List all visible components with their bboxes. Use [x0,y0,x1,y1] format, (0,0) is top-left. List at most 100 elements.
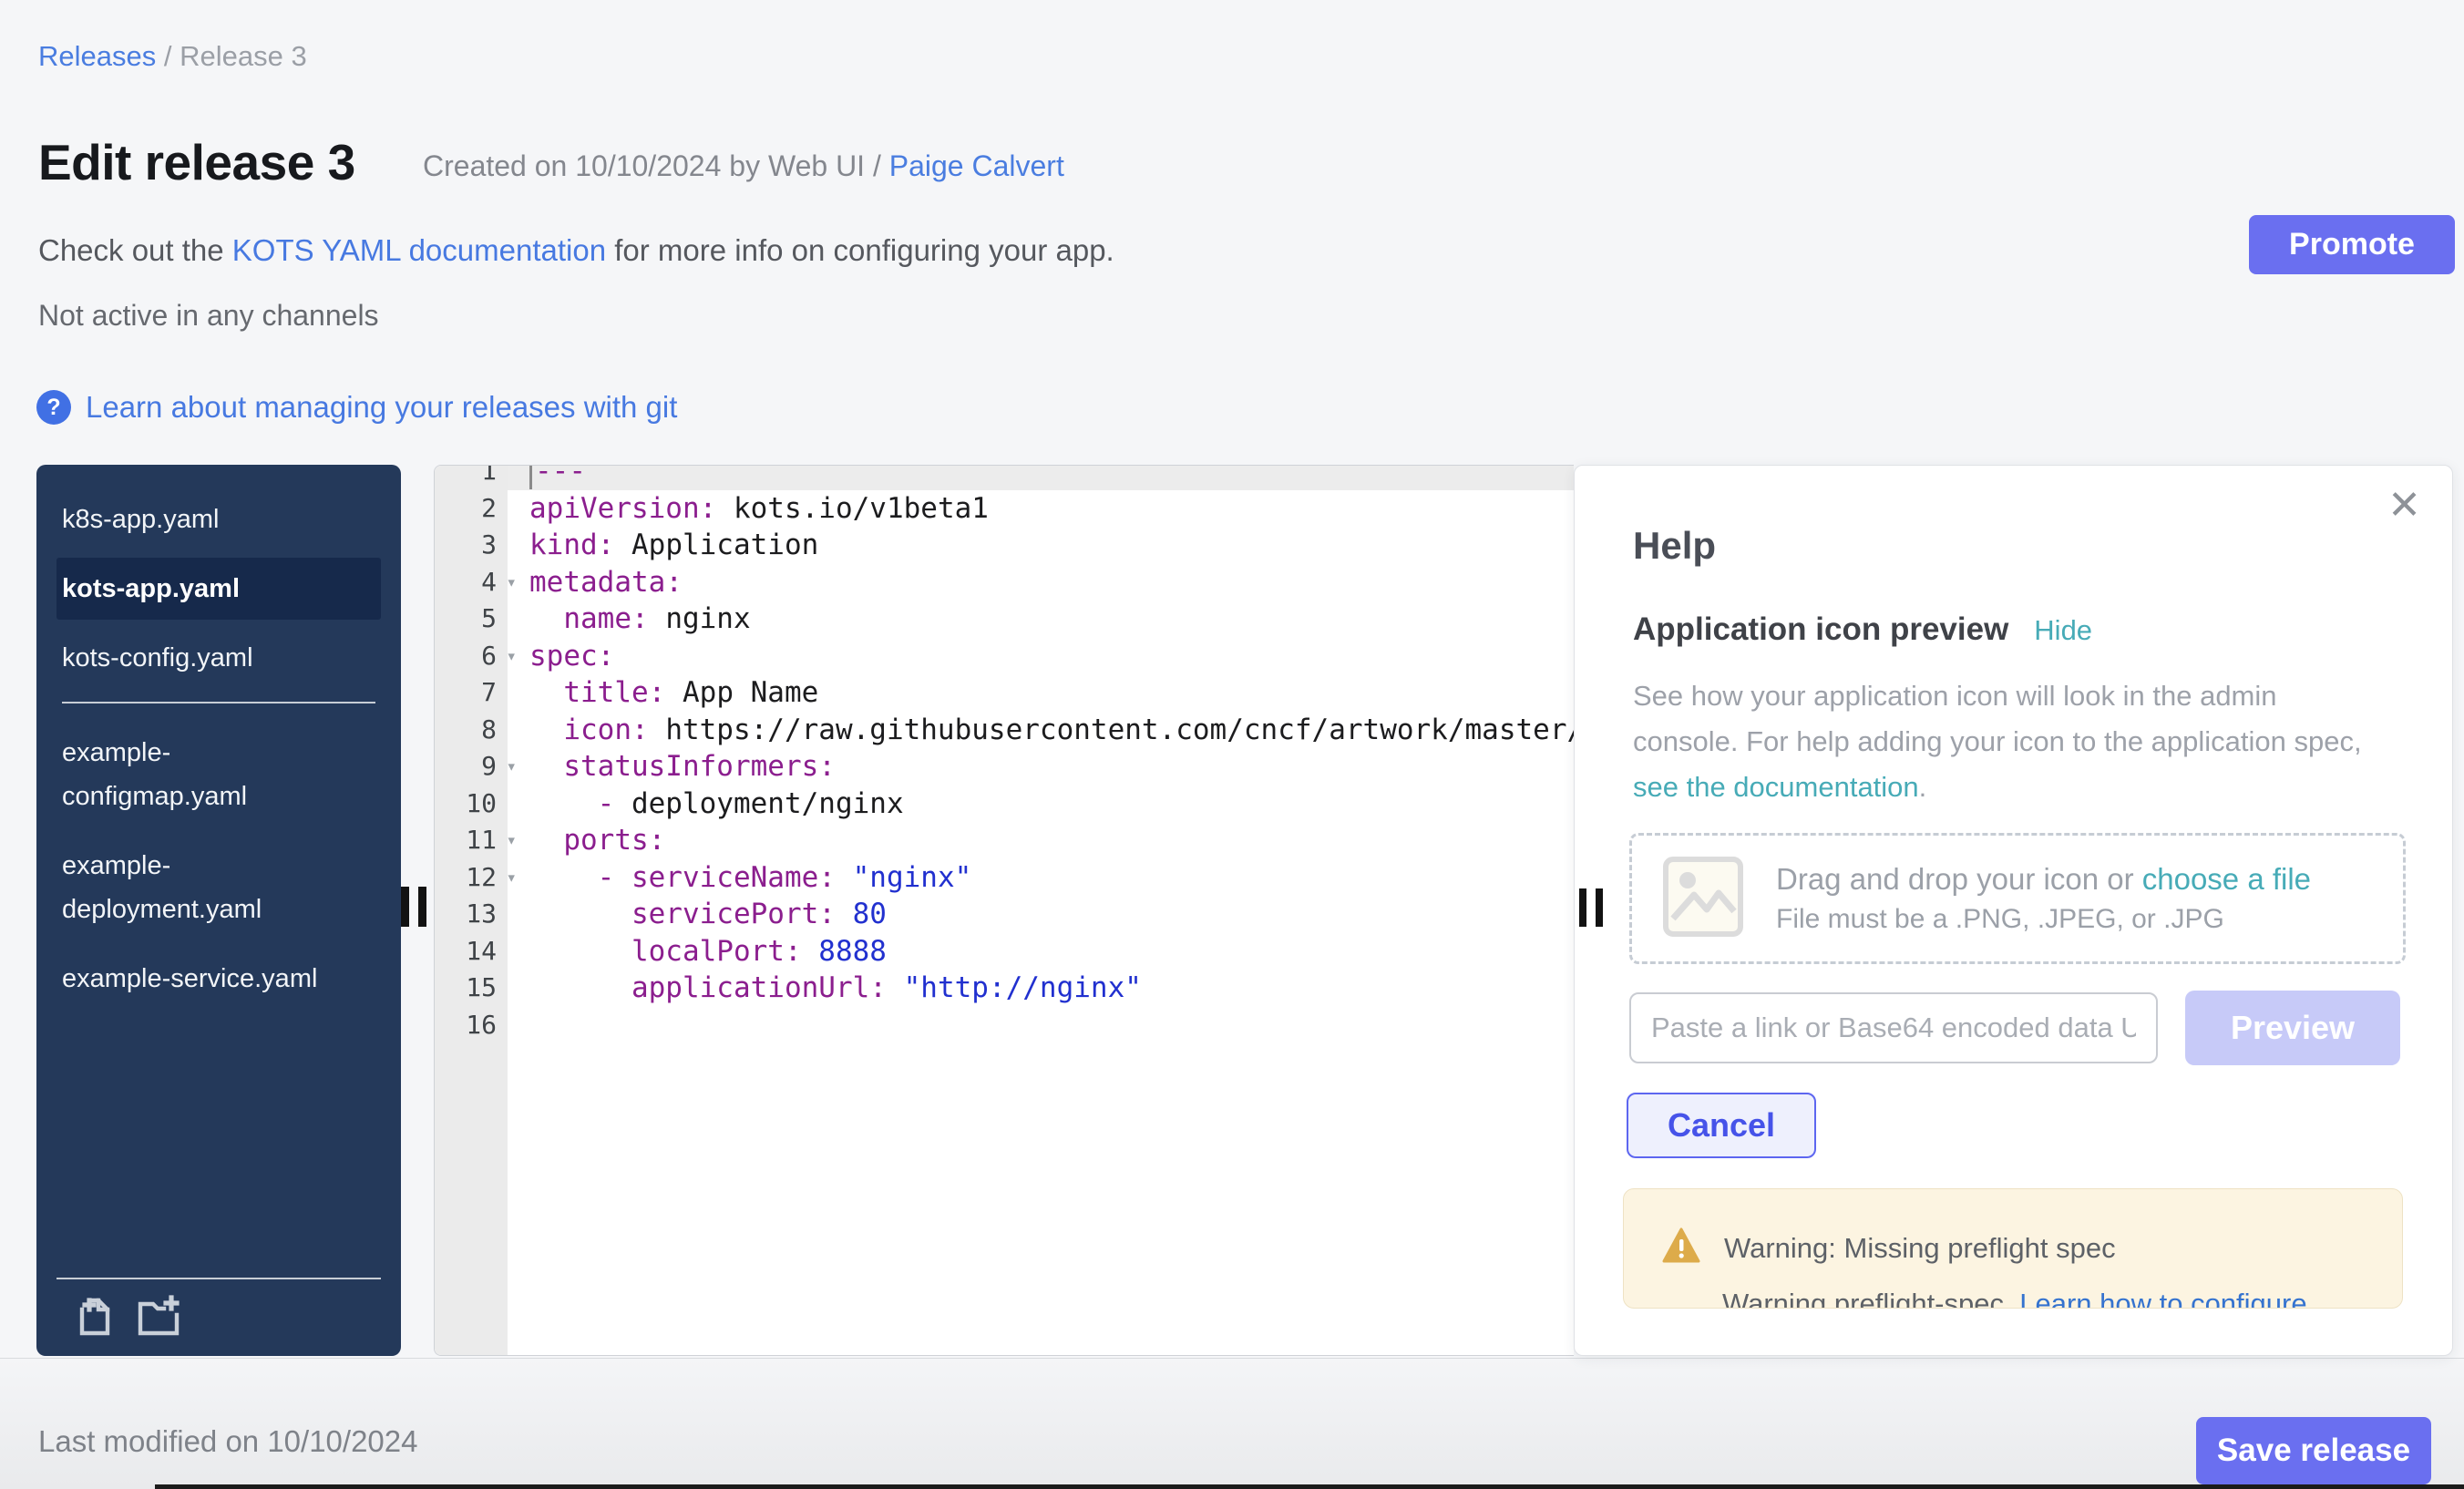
line-number: 7 [435,674,508,712]
code-line[interactable]: 2apiVersion: kots.io/v1beta1 [435,490,1574,528]
code-line-content: title: App Name [508,674,1574,712]
doc-line-pre: Check out the [38,233,232,267]
code-line[interactable]: 3kind: Application [435,527,1574,564]
new-file-button[interactable] [73,1295,117,1341]
code-line[interactable]: 10 - deployment/nginx [435,786,1574,823]
code-line[interactable]: 1--- [435,465,1574,490]
line-number: 14 [435,933,508,970]
description-text: See how your application icon will look … [1633,680,2362,757]
text-cursor [529,465,532,489]
code-line[interactable]: 13 servicePort: 80 [435,896,1574,933]
yaml-editor[interactable]: 1---2apiVersion: kots.io/v1beta13kind: A… [434,465,1574,1356]
code-line-content: localPort: 8888 [508,933,1574,970]
sidebar-actions [73,1295,182,1341]
line-number: 9▾ [435,748,508,786]
new-folder-icon [135,1328,182,1341]
code-line[interactable]: 15 applicationUrl: "http://nginx" [435,970,1574,1007]
author-link[interactable]: Paige Calvert [889,149,1064,182]
code-line[interactable]: 6▾spec: [435,638,1574,675]
line-number: 13 [435,896,508,933]
warning-title: Warning: Missing preflight spec [1724,1232,2116,1265]
fold-arrow-icon[interactable]: ▾ [507,748,517,786]
code-line-content: apiVersion: kots.io/v1beta1 [508,490,1574,528]
file-tree-sidebar: k8s-app.yaml kots-app.yaml kots-config.yam… [36,465,401,1356]
icon-preview-section-header: Application icon preview Hide [1633,611,2092,648]
line-number: 16 [435,1007,508,1044]
icon-preview-description: See how your application icon will look … [1633,673,2362,810]
code-line[interactable]: 9▾ statusInformers: [435,748,1574,786]
kots-yaml-doc-link[interactable]: KOTS YAML documentation [232,233,606,267]
preview-button[interactable]: Preview [2185,991,2400,1065]
new-folder-button[interactable] [135,1295,182,1341]
warning-triangle-icon [1662,1227,1700,1268]
file-tree-item[interactable]: kots-app.yaml [56,558,381,620]
code-line[interactable]: 16 [435,1007,1574,1044]
line-number: 12▾ [435,859,508,897]
line-number: 15 [435,970,508,1007]
save-release-button[interactable]: Save release [2196,1417,2431,1484]
code-line-content: metadata: [508,564,1574,601]
fold-arrow-icon[interactable]: ▾ [507,564,517,601]
line-number: 8 [435,712,508,749]
line-number: 6▾ [435,638,508,675]
code-line[interactable]: 4▾metadata: [435,564,1574,601]
code-line[interactable]: 11▾ ports: [435,822,1574,859]
hide-link[interactable]: Hide [2034,614,2092,647]
file-tree-item[interactable]: example-service.yaml [56,948,339,1010]
git-help-link[interactable]: ? Learn about managing your releases wit… [36,390,677,425]
doc-line: Check out the KOTS YAML documentation fo… [38,233,1114,268]
fold-arrow-icon[interactable]: ▾ [507,859,517,897]
breadcrumb-current: Release 3 [180,40,307,72]
code-line-content: - deployment/nginx [508,786,1574,823]
code-line-content: servicePort: 80 [508,896,1574,933]
line-number: 1 [435,465,508,490]
help-panel-resize-handle[interactable] [1579,888,1603,927]
code-line-content: statusInformers: [508,748,1574,786]
code-line-content: applicationUrl: "http://nginx" [508,970,1574,1007]
fold-arrow-icon[interactable]: ▾ [507,638,517,675]
preflight-warning-box: Warning: Missing preflight spec Warning … [1623,1188,2403,1309]
window-bottom-edge [155,1484,2464,1489]
cancel-button[interactable]: Cancel [1627,1093,1816,1158]
file-tree-item[interactable]: example-configmap.yaml [56,722,339,827]
learn-how-to-configure-link[interactable]: Learn how to configure [2019,1288,2306,1309]
question-circle-icon: ? [36,390,71,425]
created-text: Created on 10/10/2024 by Web UI / [423,149,889,182]
warning-detail: Warning preflight-spec. Learn how to con… [1722,1288,2307,1309]
file-tree-item[interactable]: example-deployment.yaml [56,835,339,940]
see-documentation-link[interactable]: see the documentation [1633,771,1919,803]
code-line[interactable]: 12▾ - serviceName: "nginx" [435,859,1574,897]
page-title: Edit release 3 [38,133,355,191]
file-group-divider [62,702,375,703]
last-modified-text: Last modified on 10/10/2024 [38,1424,417,1459]
icon-preview-title: Application icon preview [1633,611,2008,648]
fold-arrow-icon[interactable]: ▾ [507,822,517,859]
choose-a-file-link[interactable]: choose a file [2142,862,2311,896]
breadcrumb: Releases / Release 3 [38,40,307,73]
icon-url-input[interactable] [1629,992,2158,1063]
close-icon[interactable]: ✕ [2387,486,2421,526]
line-number: 3 [435,527,508,564]
created-line: Created on 10/10/2024 by Web UI / Paige … [423,149,1064,183]
breadcrumb-separator: / [156,40,180,72]
code-line-content: kind: Application [508,527,1574,564]
channels-status: Not active in any channels [38,299,379,333]
code-line[interactable]: 5 name: nginx [435,601,1574,638]
code-line[interactable]: 7 title: App Name [435,674,1574,712]
icon-dropzone[interactable]: Drag and drop your icon or choose a file… [1629,833,2406,964]
doc-line-post: for more info on configuring your app. [606,233,1114,267]
promote-button[interactable]: Promote [2249,215,2455,274]
code-line-content: - serviceName: "nginx" [508,859,1574,897]
file-tree-item[interactable]: k8s-app.yaml [56,488,339,550]
line-number: 11▾ [435,822,508,859]
breadcrumb-releases-link[interactable]: Releases [38,40,156,72]
edit-release-page: Releases / Release 3 Edit release 3 Crea… [0,0,2464,1489]
help-panel: ✕ Help Application icon preview Hide See… [1574,465,2453,1356]
code-line-content: ports: [508,822,1574,859]
code-line[interactable]: 14 localPort: 8888 [435,933,1574,970]
sidebar-bottom-divider [56,1278,381,1279]
dropzone-line1: Drag and drop your icon or choose a file [1776,862,2311,897]
file-tree-item[interactable]: kots-config.yaml [56,627,339,689]
code-line[interactable]: 8 icon: https://raw.githubusercontent.co… [435,712,1574,749]
sidebar-resize-handle[interactable] [401,887,426,927]
